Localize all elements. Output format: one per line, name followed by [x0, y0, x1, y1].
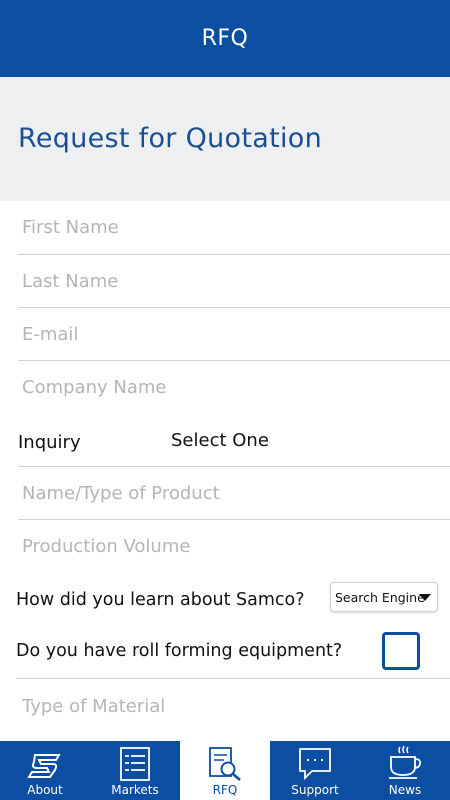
inquiry-select[interactable]: Select One [171, 430, 269, 451]
tab-label: RFQ [212, 783, 238, 797]
chat-bubble-icon [299, 748, 331, 781]
learn-label: How did you learn about Samco? [16, 590, 305, 610]
document-search-icon [209, 747, 241, 781]
tab-about[interactable]: About [0, 741, 90, 800]
tab-label: Support [291, 783, 339, 797]
email-field[interactable] [18, 308, 450, 360]
first-name-field[interactable] [18, 201, 450, 254]
tab-label: News [388, 783, 422, 797]
product-row [18, 467, 450, 520]
roll-forming-row: Do you have roll forming equipment? [16, 628, 450, 679]
learn-source-dropdown[interactable]: Search Engine [330, 582, 438, 612]
coffee-cup-icon [389, 745, 422, 779]
tab-label: Markets [111, 783, 159, 797]
production-volume-field[interactable] [18, 520, 450, 573]
last-name-field[interactable] [18, 255, 450, 307]
page-title: Request for Quotation [18, 123, 322, 154]
tab-support[interactable]: Support [270, 741, 360, 800]
inquiry-row: Inquiry Select One [18, 413, 450, 467]
bottom-tab-bar: About Markets RFQ Support News [0, 741, 450, 800]
last-name-row [18, 255, 450, 308]
screen-title: RFQ [201, 26, 249, 51]
list-icon [120, 747, 150, 781]
roll-forming-checkbox[interactable] [382, 632, 420, 670]
material-type-field[interactable] [18, 679, 450, 733]
caret-down-icon [419, 594, 431, 601]
top-bar: RFQ [0, 0, 450, 77]
roll-forming-label: Do you have roll forming equipment? [16, 641, 343, 661]
inquiry-label: Inquiry [18, 432, 81, 453]
tab-news[interactable]: News [360, 741, 450, 800]
samco-logo-icon [27, 754, 61, 778]
company-name-field[interactable] [18, 361, 450, 413]
learn-source-value: Search Engine [335, 589, 425, 605]
first-name-row [18, 201, 450, 255]
product-name-field[interactable] [18, 467, 450, 519]
learn-row: How did you learn about Samco? Search En… [16, 576, 450, 628]
tab-markets[interactable]: Markets [90, 741, 180, 800]
company-row [18, 361, 450, 413]
volume-row [18, 520, 450, 573]
tab-label: About [27, 783, 63, 797]
heading-band: Request for Quotation [0, 77, 450, 201]
email-row [18, 308, 450, 361]
tab-rfq[interactable]: RFQ [180, 741, 270, 800]
material-row [18, 679, 450, 733]
